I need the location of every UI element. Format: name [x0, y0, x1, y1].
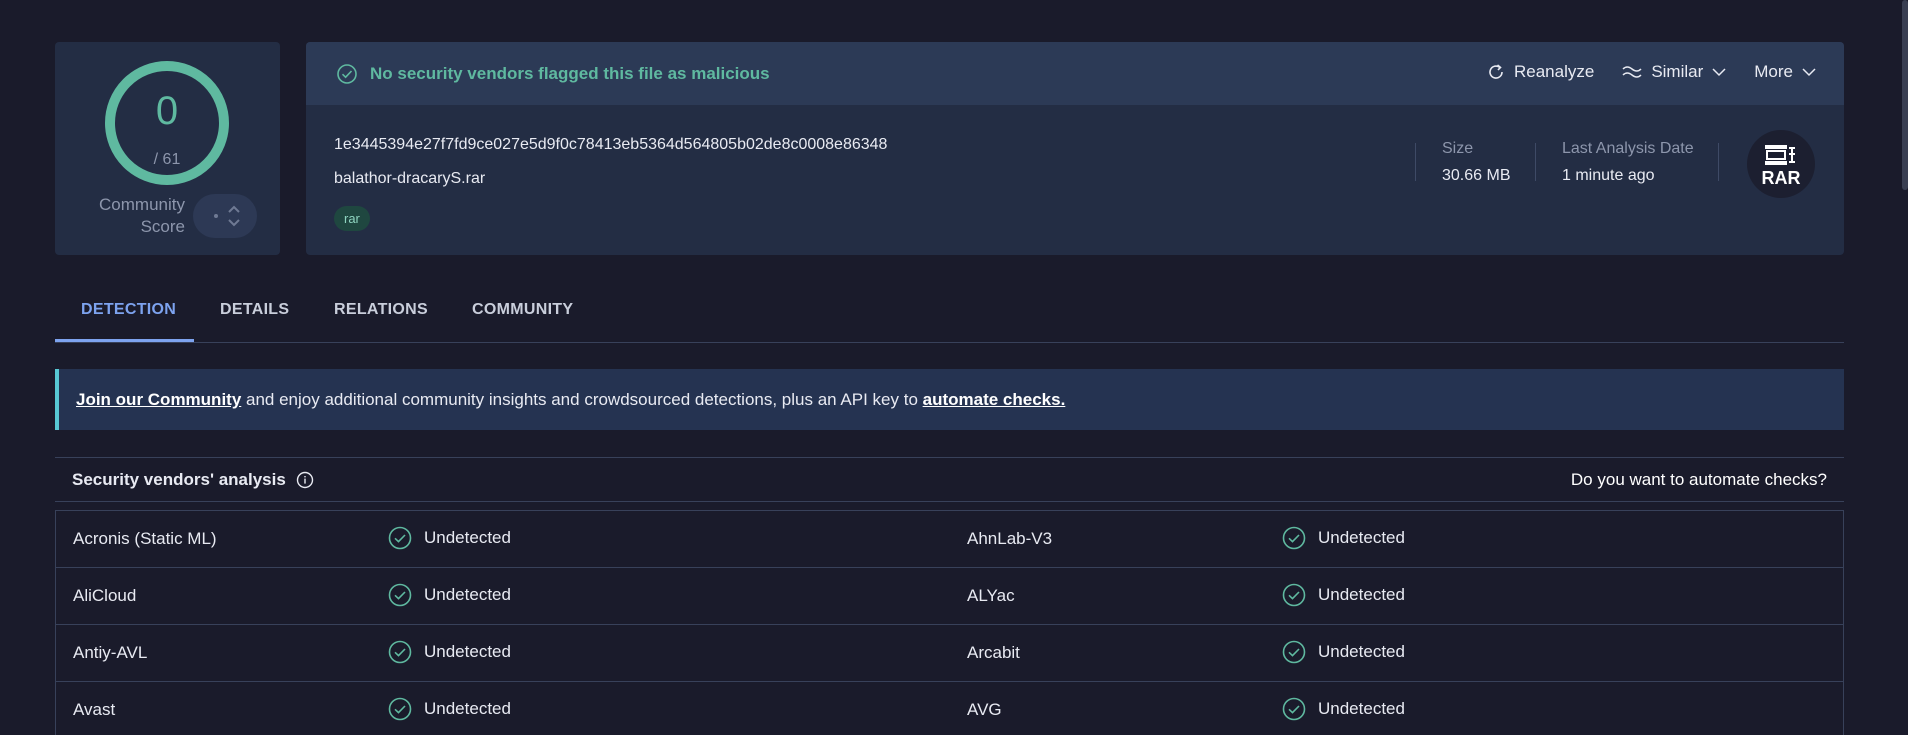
check-circle-icon — [337, 64, 357, 84]
more-dropdown[interactable]: More — [1754, 62, 1816, 82]
vendor-name: Acronis (Static ML) — [73, 529, 217, 548]
vendors-header: Security vendors' analysis Do you want t… — [55, 457, 1844, 502]
chevron-down-icon — [1802, 68, 1816, 77]
vote-dot-icon — [214, 214, 218, 218]
community-vote-control[interactable] — [193, 194, 257, 238]
scrollbar[interactable] — [1902, 0, 1908, 190]
vendor-result: Undetected — [1282, 640, 1405, 664]
automate-checks-link[interactable]: automate checks. — [923, 390, 1066, 409]
vote-arrows-icon[interactable] — [227, 202, 241, 230]
vendor-name: ALYac — [967, 586, 1015, 605]
file-info-card: No security vendors flagged this file as… — [306, 42, 1844, 255]
file-size: Size 30.66 MB — [1442, 140, 1511, 184]
tab-details[interactable]: DETAILS — [220, 301, 289, 319]
tab-bar: DETECTION DETAILS RELATIONS COMMUNITY — [55, 290, 1844, 343]
check-circle-icon — [1282, 640, 1306, 664]
divider — [1535, 143, 1536, 181]
check-circle-icon — [388, 697, 412, 721]
detection-score-gauge: 0 / 61 — [103, 59, 231, 187]
file-name: balathor-dracaryS.rar — [334, 170, 486, 187]
check-circle-icon — [388, 640, 412, 664]
verdict-text: No security vendors flagged this file as… — [370, 64, 770, 83]
check-circle-icon — [1282, 583, 1306, 607]
rar-file-type-icon: RAR — [1747, 130, 1815, 198]
vendors-title: Security vendors' analysis — [72, 470, 314, 490]
file-hash: 1e3445394e27f7fd9ce027e5d9f0c78413eb5364… — [334, 136, 888, 153]
detection-total: / 61 — [153, 151, 181, 168]
community-score-card: 0 / 61 Community Score — [55, 42, 280, 255]
divider — [1718, 143, 1719, 181]
vendor-name: AVG — [967, 700, 1002, 719]
table-row: AliCloud Undetected ALYac Undetected — [56, 568, 1843, 625]
community-score-label: Community Score — [99, 195, 185, 236]
table-row: Avast Undetected AVG Undetected — [56, 682, 1843, 735]
community-banner: Join our Community and enjoy additional … — [55, 369, 1844, 430]
vendor-result: Undetected — [1282, 583, 1405, 607]
tab-relations[interactable]: RELATIONS — [334, 301, 428, 319]
vendor-result: Undetected — [1282, 526, 1405, 550]
vendor-name: Antiy-AVL — [73, 643, 148, 662]
verdict: No security vendors flagged this file as… — [336, 63, 770, 85]
banner-text: Join our Community and enjoy additional … — [76, 390, 1066, 409]
join-community-link[interactable]: Join our Community — [76, 390, 241, 409]
info-header: No security vendors flagged this file as… — [306, 42, 1844, 105]
detection-count: 0 — [155, 89, 179, 133]
vendor-name: AliCloud — [73, 586, 137, 605]
info-icon[interactable] — [296, 471, 314, 489]
similar-icon — [1622, 66, 1642, 78]
active-tab-indicator — [55, 339, 194, 342]
vendor-result: Undetected — [388, 640, 511, 664]
vendor-name: AhnLab-V3 — [967, 529, 1053, 548]
similar-dropdown[interactable]: Similar — [1622, 62, 1726, 82]
tab-community[interactable]: COMMUNITY — [472, 301, 573, 319]
divider — [1415, 143, 1416, 181]
chevron-down-icon — [1712, 68, 1726, 77]
table-row: Acronis (Static ML) Undetected AhnLab-V3 Un… — [56, 511, 1843, 568]
vendor-name: Arcabit — [967, 643, 1020, 662]
check-circle-icon — [1282, 526, 1306, 550]
vendor-result: Undetected — [388, 697, 511, 721]
table-row: Antiy-AVL Undetected Arcabit Undetected — [56, 625, 1843, 682]
check-circle-icon — [388, 583, 412, 607]
vendor-result: Undetected — [1282, 697, 1405, 721]
tab-detection[interactable]: DETECTION — [81, 301, 176, 319]
reanalyze-button[interactable]: Reanalyze — [1487, 62, 1594, 82]
check-circle-icon — [388, 526, 412, 550]
automate-checks-prompt[interactable]: Do you want to automate checks? — [1571, 470, 1827, 490]
file-tag[interactable]: rar — [334, 206, 370, 231]
refresh-icon — [1489, 64, 1503, 79]
header-actions: Reanalyze Similar More — [1487, 62, 1816, 82]
vendor-result: Undetected — [388, 583, 511, 607]
last-analysis-date: Last Analysis Date 1 minute ago — [1562, 140, 1694, 184]
vendor-results-table: Acronis (Static ML) Undetected AhnLab-V3 Un… — [55, 510, 1844, 735]
vendor-name: Avast — [73, 700, 116, 719]
check-circle-icon — [1282, 697, 1306, 721]
vendor-result: Undetected — [388, 526, 511, 550]
